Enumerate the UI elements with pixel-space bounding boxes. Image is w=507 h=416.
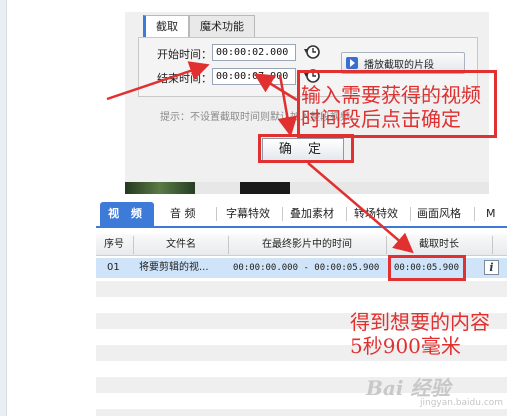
- arrow-to-end-input: [253, 73, 298, 102]
- arrow-to-confirm: [277, 74, 298, 137]
- arrow-to-end-time: [106, 61, 210, 101]
- watermark-logo: Bai 经验: [366, 376, 451, 400]
- annotation-arrows: [106, 61, 414, 254]
- watermark-url: jingyan.baidu.com: [420, 398, 504, 408]
- arrow-to-duration: [307, 162, 414, 254]
